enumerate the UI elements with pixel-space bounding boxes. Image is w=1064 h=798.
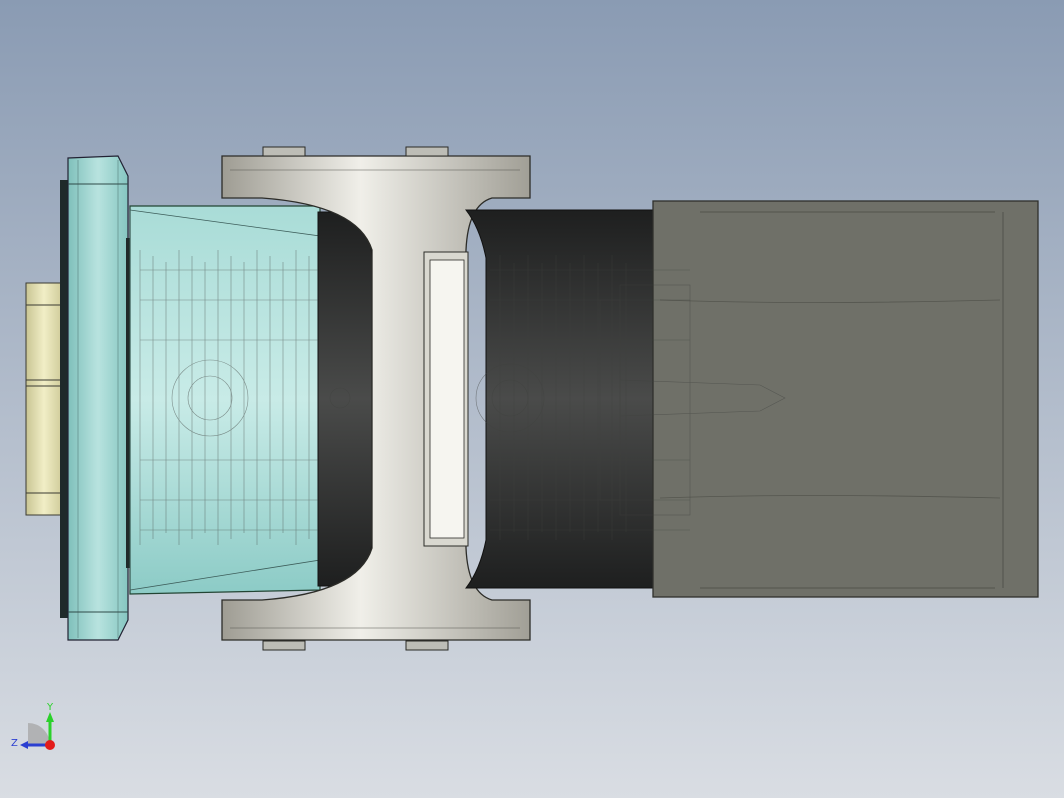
flange-disc[interactable] bbox=[60, 155, 132, 641]
y-axis-label: Y bbox=[46, 702, 54, 713]
motor-housing[interactable] bbox=[652, 200, 1039, 598]
origin-point bbox=[45, 740, 55, 750]
coupling-sleeve-left[interactable] bbox=[317, 211, 373, 587]
bearing-hub[interactable] bbox=[25, 282, 63, 516]
z-axis-label: Z bbox=[11, 738, 18, 749]
model-view[interactable]: Y Z bbox=[0, 0, 1064, 798]
coupling-sleeve-right[interactable] bbox=[464, 209, 656, 589]
cad-graphics-area[interactable]: Y Z bbox=[0, 0, 1064, 798]
tapered-housing[interactable] bbox=[129, 205, 321, 595]
